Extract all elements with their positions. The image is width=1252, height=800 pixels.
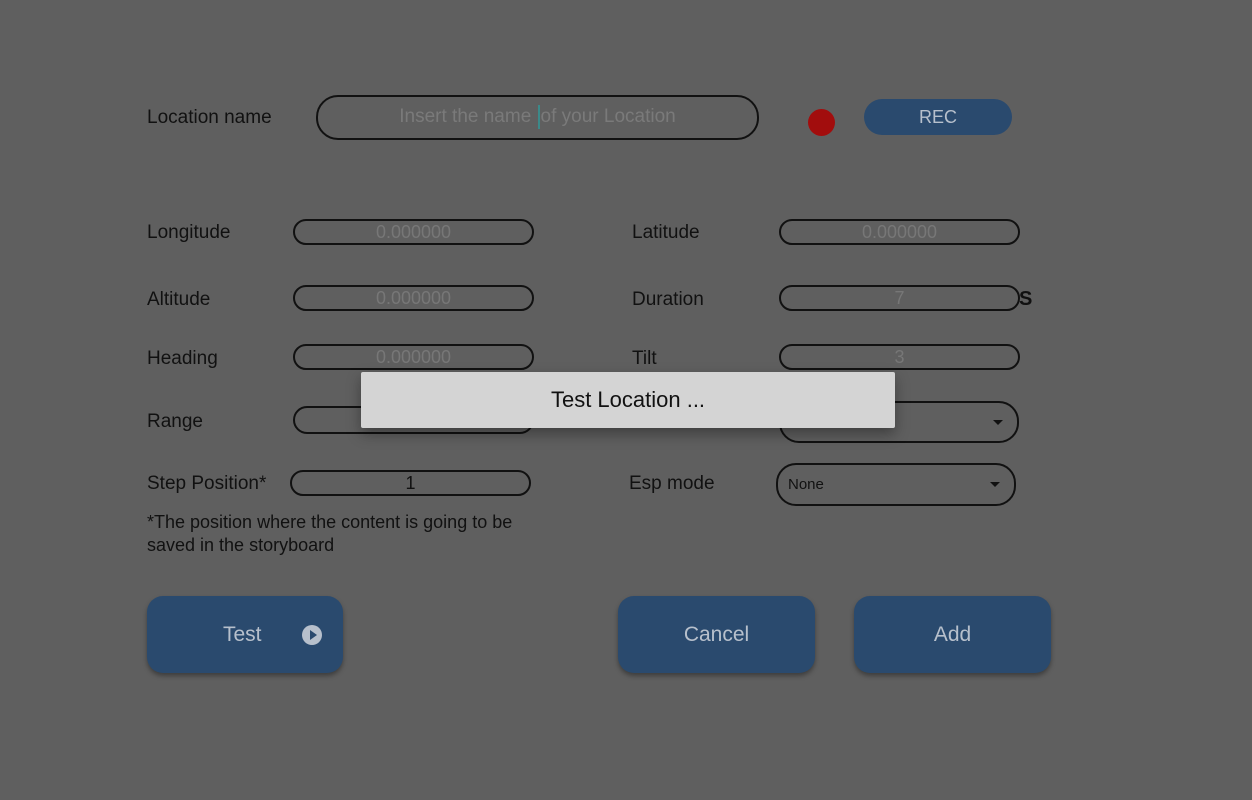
esp-mode-label: Esp mode	[629, 473, 715, 494]
duration-unit: S	[1019, 288, 1033, 310]
note-line-2: saved in the storyboard	[147, 535, 335, 555]
longitude-input[interactable]: 0.000000	[293, 219, 534, 245]
note-line-1: *The position where the content is going…	[147, 512, 513, 532]
esp-mode-value: None	[788, 476, 824, 493]
record-indicator-icon	[808, 109, 835, 136]
add-button[interactable]: Add	[854, 596, 1051, 673]
location-name-label: Location name	[147, 107, 272, 128]
longitude-label: Longitude	[147, 222, 231, 243]
duration-input[interactable]: 7	[779, 285, 1020, 311]
play-circle-icon	[302, 625, 322, 645]
rec-button[interactable]: REC	[864, 99, 1012, 135]
location-name-input[interactable]: Insert the name of your Location	[316, 95, 759, 140]
test-button-label: Test	[223, 623, 262, 646]
chevron-down-icon	[993, 420, 1003, 425]
step-position-label: Step Position*	[147, 473, 267, 494]
latitude-input[interactable]: 0.000000	[779, 219, 1020, 245]
text-cursor	[537, 104, 540, 129]
location-name-placeholder: Insert the name	[399, 106, 537, 127]
step-position-note: *The position where the content is going…	[147, 511, 512, 557]
duration-label: Duration	[632, 289, 704, 310]
altitude-input[interactable]: 0.000000	[293, 285, 534, 311]
step-position-input[interactable]: 1	[290, 470, 531, 496]
altitude-label: Altitude	[147, 289, 211, 310]
tilt-label: Tilt	[632, 348, 657, 369]
esp-mode-select[interactable]: None	[776, 463, 1016, 506]
latitude-label: Latitude	[632, 222, 700, 243]
cancel-button[interactable]: Cancel	[618, 596, 815, 673]
heading-input[interactable]: 0.000000	[293, 344, 534, 370]
chevron-down-icon	[990, 482, 1000, 487]
heading-label: Heading	[147, 348, 218, 369]
toast-message: Test Location ...	[361, 372, 895, 428]
tilt-input[interactable]: 3	[779, 344, 1020, 370]
location-name-placeholder-rest: of your Location	[540, 106, 676, 127]
test-button[interactable]: Test	[147, 596, 343, 673]
range-label: Range	[147, 411, 203, 432]
